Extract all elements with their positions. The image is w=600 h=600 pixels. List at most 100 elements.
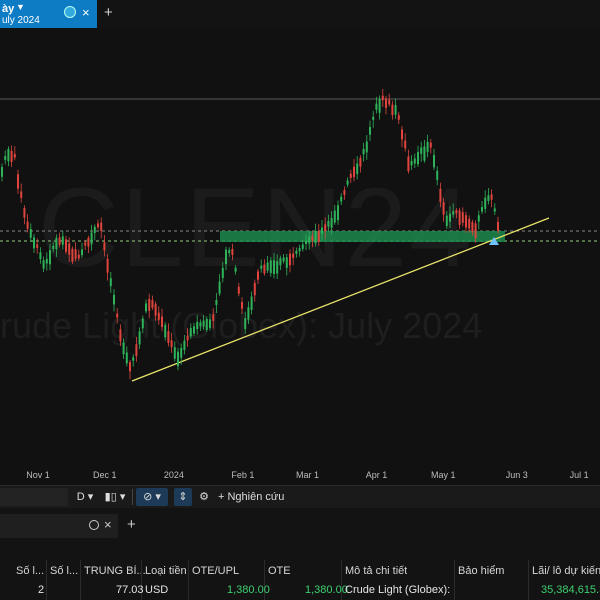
table-cell[interactable]: 1,380.00	[305, 584, 348, 596]
symbol-box[interactable]	[0, 488, 68, 506]
candle-body	[71, 248, 74, 262]
candle-body	[109, 278, 112, 287]
candle-body	[183, 340, 186, 351]
candle-body	[212, 314, 215, 321]
candle-body	[301, 244, 304, 249]
candle-body	[125, 352, 128, 364]
table-cell[interactable]: USD	[145, 584, 168, 596]
candle-body	[42, 260, 45, 269]
chevron-down-icon[interactable]: ▼	[16, 2, 25, 12]
candle-body	[311, 236, 314, 241]
candle-body	[308, 236, 311, 244]
candle-body	[113, 294, 115, 305]
visibility-toggle-button[interactable]: ⊘ ▾	[136, 488, 168, 506]
candle-body	[276, 261, 279, 274]
time-tick-label: Dec 1	[93, 470, 117, 480]
chart-tab-title: ày	[2, 3, 15, 15]
candle-body	[266, 262, 269, 271]
candle-body	[327, 221, 330, 227]
candle-body	[65, 239, 67, 252]
candle-body	[439, 188, 442, 202]
price-chart[interactable]: CLEN24 rude Light (Globex): July 2024 No…	[0, 28, 600, 485]
table-cell[interactable]: 2	[38, 584, 44, 596]
time-tick-label: Mar 1	[296, 470, 319, 480]
candle-body	[4, 155, 7, 160]
column-header[interactable]: Mô tả chi tiết	[345, 565, 407, 577]
candle-body	[263, 264, 266, 274]
candle-body	[381, 95, 384, 101]
candle-body	[356, 163, 359, 175]
period-label: D	[76, 491, 85, 503]
period-dropdown[interactable]: D ▾	[74, 488, 96, 506]
candle-body	[247, 307, 250, 320]
column-divider	[528, 560, 529, 600]
candle-body	[429, 142, 432, 148]
column-divider	[80, 560, 81, 600]
candle-body	[87, 237, 90, 247]
candle-body	[477, 215, 480, 222]
table-cell[interactable]: Crude Light (Globex): J...	[345, 584, 451, 596]
link-icon[interactable]	[89, 520, 99, 530]
chart-tab-bar: ày ▼ uly 2024 × +	[0, 0, 600, 28]
candle-body	[468, 218, 471, 229]
research-button[interactable]: + Nghiên cứu	[218, 488, 286, 506]
candle-body	[141, 318, 144, 329]
candle-body	[324, 224, 327, 232]
candle-body	[407, 156, 410, 172]
candle-body	[209, 319, 211, 328]
toolbar-divider	[132, 489, 133, 505]
candle-body	[359, 157, 362, 167]
table-cell[interactable]: 77.03	[116, 584, 144, 596]
add-panel-tab-icon[interactable]: +	[127, 516, 136, 533]
candle-body	[369, 127, 371, 135]
candle-body	[151, 299, 154, 308]
candle-body	[135, 344, 138, 357]
candle-body	[285, 257, 288, 268]
chevron-down-icon: ▾	[84, 491, 94, 503]
column-header[interactable]: Số l...	[16, 565, 44, 577]
add-tab-icon[interactable]: +	[104, 4, 113, 21]
settings-button[interactable]: ⚙	[196, 488, 212, 506]
scale-button[interactable]: ⇕	[174, 488, 192, 506]
candle-body	[317, 230, 320, 242]
candle-body	[100, 222, 103, 231]
candle-body	[186, 335, 189, 341]
close-icon[interactable]: ×	[104, 517, 112, 532]
trend-line	[131, 217, 550, 382]
column-header[interactable]: TRUNG BÌ...	[84, 565, 146, 577]
candle-body	[154, 303, 157, 316]
link-color-icon[interactable]	[64, 6, 76, 18]
candle-body	[282, 257, 285, 262]
candle-body	[481, 207, 483, 212]
column-header[interactable]: Loại tiền	[145, 565, 187, 577]
column-header[interactable]: OTE	[268, 565, 291, 577]
table-cell[interactable]: 1,380.00	[227, 584, 270, 596]
candle-body	[199, 322, 202, 326]
table-cell[interactable]: 35,384,615.38	[541, 584, 600, 596]
candle-body	[465, 215, 467, 228]
candle-body	[365, 141, 368, 153]
candle-body	[394, 105, 397, 115]
close-icon[interactable]: ×	[82, 5, 90, 20]
candle-body	[29, 229, 32, 238]
candle-body	[164, 324, 167, 338]
chart-tab-active[interactable]: ày ▼ uly 2024 ×	[0, 0, 97, 28]
candle-body	[106, 258, 109, 273]
candle-body	[215, 299, 218, 305]
candle-body	[372, 116, 375, 120]
candle-body	[410, 160, 413, 166]
column-header[interactable]: Lãi/ lỗ dự kiến/...	[532, 565, 600, 577]
candle-body	[148, 298, 151, 311]
candle-body	[333, 210, 336, 223]
candle-body	[484, 197, 487, 209]
column-header[interactable]: Số l...	[50, 565, 78, 577]
candle-body	[449, 213, 451, 222]
column-header[interactable]: Bảo hiểm	[458, 565, 504, 577]
candle-body	[189, 328, 192, 337]
panel-tab-active[interactable]: ×	[0, 514, 118, 538]
chart-type-button[interactable]: ▮▯ ▾	[100, 488, 130, 506]
candle-body	[375, 103, 378, 110]
candle-body	[397, 115, 400, 120]
candle-body	[241, 302, 243, 309]
column-header[interactable]: OTE/UPL	[192, 565, 239, 577]
